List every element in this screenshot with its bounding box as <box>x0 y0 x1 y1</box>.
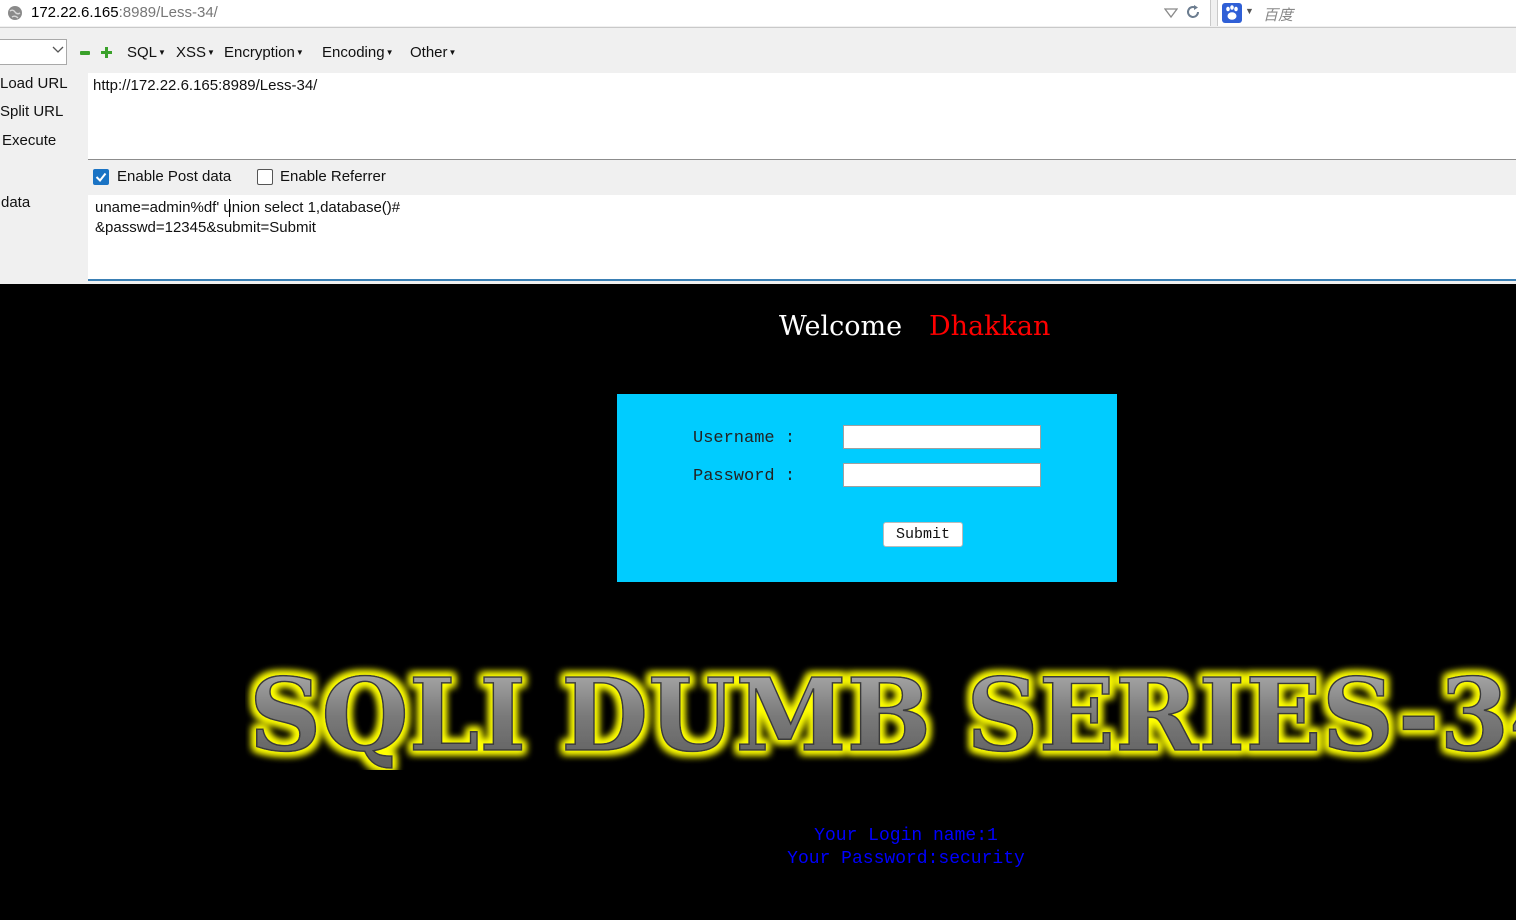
split-url-button[interactable]: Split URL <box>0 103 63 120</box>
chevron-down-icon[interactable] <box>52 45 64 55</box>
text-caret <box>229 199 230 217</box>
menu-sql-label: SQL <box>127 44 158 61</box>
menu-encryption[interactable]: Encryption▼ <box>224 44 304 61</box>
url-text[interactable]: 172.22.6.165:8989/Less-34/ <box>31 4 218 21</box>
username-input[interactable] <box>843 425 1041 449</box>
password-input[interactable] <box>843 463 1041 487</box>
menu-encoding-label: Encoding <box>322 44 385 61</box>
search-field[interactable] <box>1217 0 1516 26</box>
result-login-name: Your Login name:1 <box>814 826 998 846</box>
load-url-button[interactable]: Load URL <box>0 75 68 92</box>
url-path: :8989/Less-34/ <box>118 4 218 21</box>
reload-icon[interactable] <box>1185 4 1201 20</box>
search-placeholder: 百度 <box>1263 7 1294 24</box>
url-host: 172.22.6.165 <box>31 4 119 21</box>
menu-encoding[interactable]: Encoding▼ <box>322 44 393 61</box>
username-label: Username : <box>693 429 796 448</box>
hackbar-url-value[interactable]: http://172.22.6.165:8989/Less-34/ <box>93 77 317 94</box>
result-password: Your Password:security <box>787 849 1025 869</box>
menu-xss-label: XSS <box>176 44 207 61</box>
login-form <box>617 394 1117 582</box>
menu-other-label: Other <box>410 44 448 61</box>
post-data-line-1: uname=admin%df' union select 1,database(… <box>95 199 401 216</box>
globe-icon <box>8 6 22 20</box>
welcome-name: Dhakkan <box>929 311 1051 342</box>
menu-sql[interactable]: SQL▼ <box>127 44 166 61</box>
post-data-line-2: &passwd=12345&submit=Submit <box>95 219 316 236</box>
plus-icon[interactable] <box>101 47 112 58</box>
post-data-label: data <box>1 194 31 211</box>
enable-referrer-label[interactable]: Enable Referrer <box>280 168 386 185</box>
enable-post-label[interactable]: Enable Post data <box>117 168 231 185</box>
post-data-value[interactable]: uname=admin%df' union select 1,database(… <box>95 198 400 238</box>
menu-encryption-label: Encryption <box>224 44 295 61</box>
checkmark-icon <box>95 172 107 183</box>
submit-button[interactable]: Submit <box>883 522 963 547</box>
enable-post-checkbox[interactable] <box>93 169 109 185</box>
minus-icon[interactable] <box>80 48 90 58</box>
execute-button[interactable]: Execute <box>2 132 56 149</box>
search-engine-dropdown-icon[interactable]: ▼ <box>1245 6 1254 16</box>
page-content <box>0 285 1516 920</box>
menu-other[interactable]: Other▼ <box>410 44 456 61</box>
banner-text: SQLI DUMB SERIES-34 <box>249 660 1516 770</box>
password-label: Password : <box>693 467 796 486</box>
history-dropdown-icon[interactable] <box>1164 7 1178 19</box>
sqli-banner-logo: SQLI DUMB SERIES-34 <box>248 660 1516 770</box>
enable-referrer-checkbox[interactable] <box>257 169 273 185</box>
menu-xss[interactable]: XSS▼ <box>176 44 215 61</box>
baidu-paw-icon[interactable] <box>1222 3 1242 23</box>
welcome-text: Welcome <box>779 311 903 342</box>
